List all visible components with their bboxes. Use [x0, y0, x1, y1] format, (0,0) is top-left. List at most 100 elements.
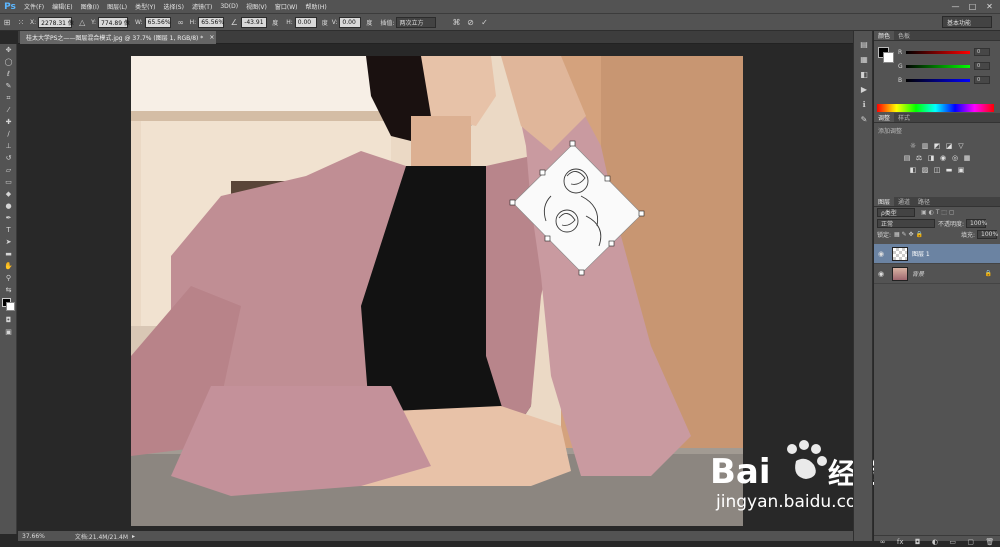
marquee-tool-icon[interactable]: ◯	[0, 56, 17, 68]
layer-style-icon[interactable]: fx	[897, 538, 904, 546]
cancel-icon[interactable]: ⊘	[463, 16, 477, 28]
menu-window[interactable]: 窗口(W)	[271, 2, 302, 11]
slider-b-value[interactable]: 0	[974, 76, 990, 84]
menu-image[interactable]: 图像(I)	[77, 2, 103, 11]
eraser-tool-icon[interactable]: ▱	[0, 164, 17, 176]
h-field[interactable]: 65.56%	[198, 17, 224, 28]
brush-tool-icon[interactable]: ∕	[0, 128, 17, 140]
color-spectrum[interactable]	[877, 104, 994, 112]
relative-position-icon[interactable]: △	[75, 16, 89, 28]
selective-color-icon[interactable]: ▣	[956, 165, 966, 174]
color-lookup-icon[interactable]: ▦	[962, 153, 972, 162]
path-select-tool-icon[interactable]: ➤	[0, 236, 17, 248]
blend-mode-select[interactable]: 正常	[877, 219, 935, 228]
exposure-icon[interactable]: ◪	[944, 141, 954, 150]
warp-icon[interactable]: ⌘	[449, 16, 463, 28]
history-brush-tool-icon[interactable]: ↺	[0, 152, 17, 164]
layer-row-1[interactable]: ◉ 图层 1	[874, 244, 1000, 264]
crop-tool-icon[interactable]: ⌗	[0, 92, 17, 104]
background-color[interactable]	[6, 302, 15, 311]
menu-edit[interactable]: 编辑(E)	[48, 2, 76, 11]
menu-filter[interactable]: 滤镜(T)	[188, 2, 216, 11]
tab-layers[interactable]: 图层	[874, 197, 894, 206]
actions-icon[interactable]: ▶	[854, 82, 874, 97]
layer-row-background[interactable]: ◉ 背景 🔒	[874, 264, 1000, 284]
angle-field[interactable]: -43.91	[241, 17, 267, 28]
status-menu-arrow[interactable]: ▸	[132, 533, 135, 540]
transform-tool-icon[interactable]: ⊞	[0, 16, 14, 28]
tab-adjustments[interactable]: 调整	[874, 113, 894, 122]
add-mask-icon[interactable]: ◘	[915, 538, 921, 546]
curves-icon[interactable]: ◩	[932, 141, 942, 150]
delete-layer-icon[interactable]: 🗑	[985, 538, 994, 546]
maximize-button[interactable]: □	[964, 1, 981, 12]
document-tab[interactable]: 桂太大学PS之——图层混合模式.jpg @ 37.7% (图层 1, RGB/8…	[20, 31, 216, 44]
w-field[interactable]: 65.56%	[145, 17, 171, 28]
close-window-button[interactable]: ✕	[981, 1, 998, 12]
posterize-icon[interactable]: ▨	[920, 165, 930, 174]
menu-layer[interactable]: 图层(L)	[103, 2, 131, 11]
blur-tool-icon[interactable]: ◆	[0, 188, 17, 200]
dodge-tool-icon[interactable]: ●	[0, 200, 17, 212]
brightness-icon[interactable]: ☼	[908, 141, 918, 150]
hue-saturation-icon[interactable]: ▤	[902, 153, 912, 162]
tab-paths[interactable]: 路径	[914, 197, 934, 206]
document-canvas[interactable]	[131, 56, 743, 526]
properties-icon[interactable]: ▦	[854, 52, 874, 67]
photo-filter-icon[interactable]: ◉	[938, 153, 948, 162]
vibrance-icon[interactable]: ▽	[956, 141, 966, 150]
swatches-dock-icon[interactable]: ◧	[854, 67, 874, 82]
levels-icon[interactable]: ▥	[920, 141, 930, 150]
slider-g-value[interactable]: 0	[974, 62, 990, 70]
gradient-map-icon[interactable]: ▬	[944, 165, 954, 174]
shape-tool-icon[interactable]: ▬	[0, 248, 17, 260]
slider-b-track[interactable]	[906, 79, 970, 82]
link-layers-icon[interactable]: ∞	[880, 538, 886, 546]
slider-g[interactable]: G 0	[898, 62, 998, 70]
tab-styles[interactable]: 样式	[894, 113, 914, 122]
quick-mask-icon[interactable]: ◘	[0, 314, 17, 326]
menu-type[interactable]: 类型(Y)	[131, 2, 159, 11]
visibility-eye-icon[interactable]: ◉	[874, 250, 888, 258]
minimize-button[interactable]: —	[947, 1, 964, 12]
tab-channels[interactable]: 通道	[894, 197, 914, 206]
move-tool-icon[interactable]: ✥	[0, 44, 17, 56]
info-icon[interactable]: ℹ	[854, 97, 874, 112]
color-balance-icon[interactable]: ⚖	[914, 153, 924, 162]
menu-help[interactable]: 帮助(H)	[302, 2, 331, 11]
gradient-tool-icon[interactable]: ▭	[0, 176, 17, 188]
reference-point-icon[interactable]: ⁙	[14, 16, 28, 28]
new-adjustment-icon[interactable]: ◐	[932, 538, 938, 546]
y-field[interactable]: 774.89 像	[98, 17, 128, 28]
layer-name[interactable]: 图层 1	[912, 249, 930, 258]
commit-icon[interactable]: ✓	[477, 16, 491, 28]
fill-field[interactable]: 100%	[977, 230, 997, 239]
new-group-icon[interactable]: ▭	[949, 538, 956, 546]
slider-b[interactable]: B 0	[898, 76, 998, 84]
tab-color[interactable]: 颜色	[874, 31, 894, 40]
panel-background-color[interactable]	[883, 52, 894, 63]
filter-icons[interactable]: ▣ ◐ T ⬚ ▢	[921, 209, 955, 216]
link-icon[interactable]: ∞	[174, 16, 188, 28]
threshold-icon[interactable]: ◫	[932, 165, 942, 174]
eyedropper-tool-icon[interactable]: ⁄	[0, 104, 17, 116]
swap-colors-icon[interactable]: ⇆	[0, 284, 17, 296]
color-swatches[interactable]	[0, 296, 17, 314]
workspace-select[interactable]: 基本功能	[942, 16, 992, 28]
slider-r-value[interactable]: 0	[974, 48, 990, 56]
menu-3d[interactable]: 3D(D)	[216, 3, 242, 10]
zoom-level[interactable]: 37.66%	[22, 533, 45, 540]
x-field[interactable]: 2278.31 像	[38, 17, 72, 28]
clone-stamp-tool-icon[interactable]: ⊥	[0, 140, 17, 152]
hand-tool-icon[interactable]: ✋	[0, 260, 17, 272]
interp-select[interactable]: 两次立方	[396, 17, 436, 28]
opacity-field[interactable]: 100%	[966, 219, 986, 228]
lock-icons[interactable]: ▦ ✎ ✥ 🔒	[894, 231, 923, 238]
quick-select-tool-icon[interactable]: ✎	[0, 80, 17, 92]
new-layer-icon[interactable]: ▢	[967, 538, 974, 546]
visibility-eye-icon[interactable]: ◉	[874, 270, 888, 278]
slider-r[interactable]: R 0	[898, 48, 998, 56]
menu-view[interactable]: 视图(V)	[242, 2, 271, 11]
invert-icon[interactable]: ◧	[908, 165, 918, 174]
history-icon[interactable]: ▤	[854, 37, 874, 52]
